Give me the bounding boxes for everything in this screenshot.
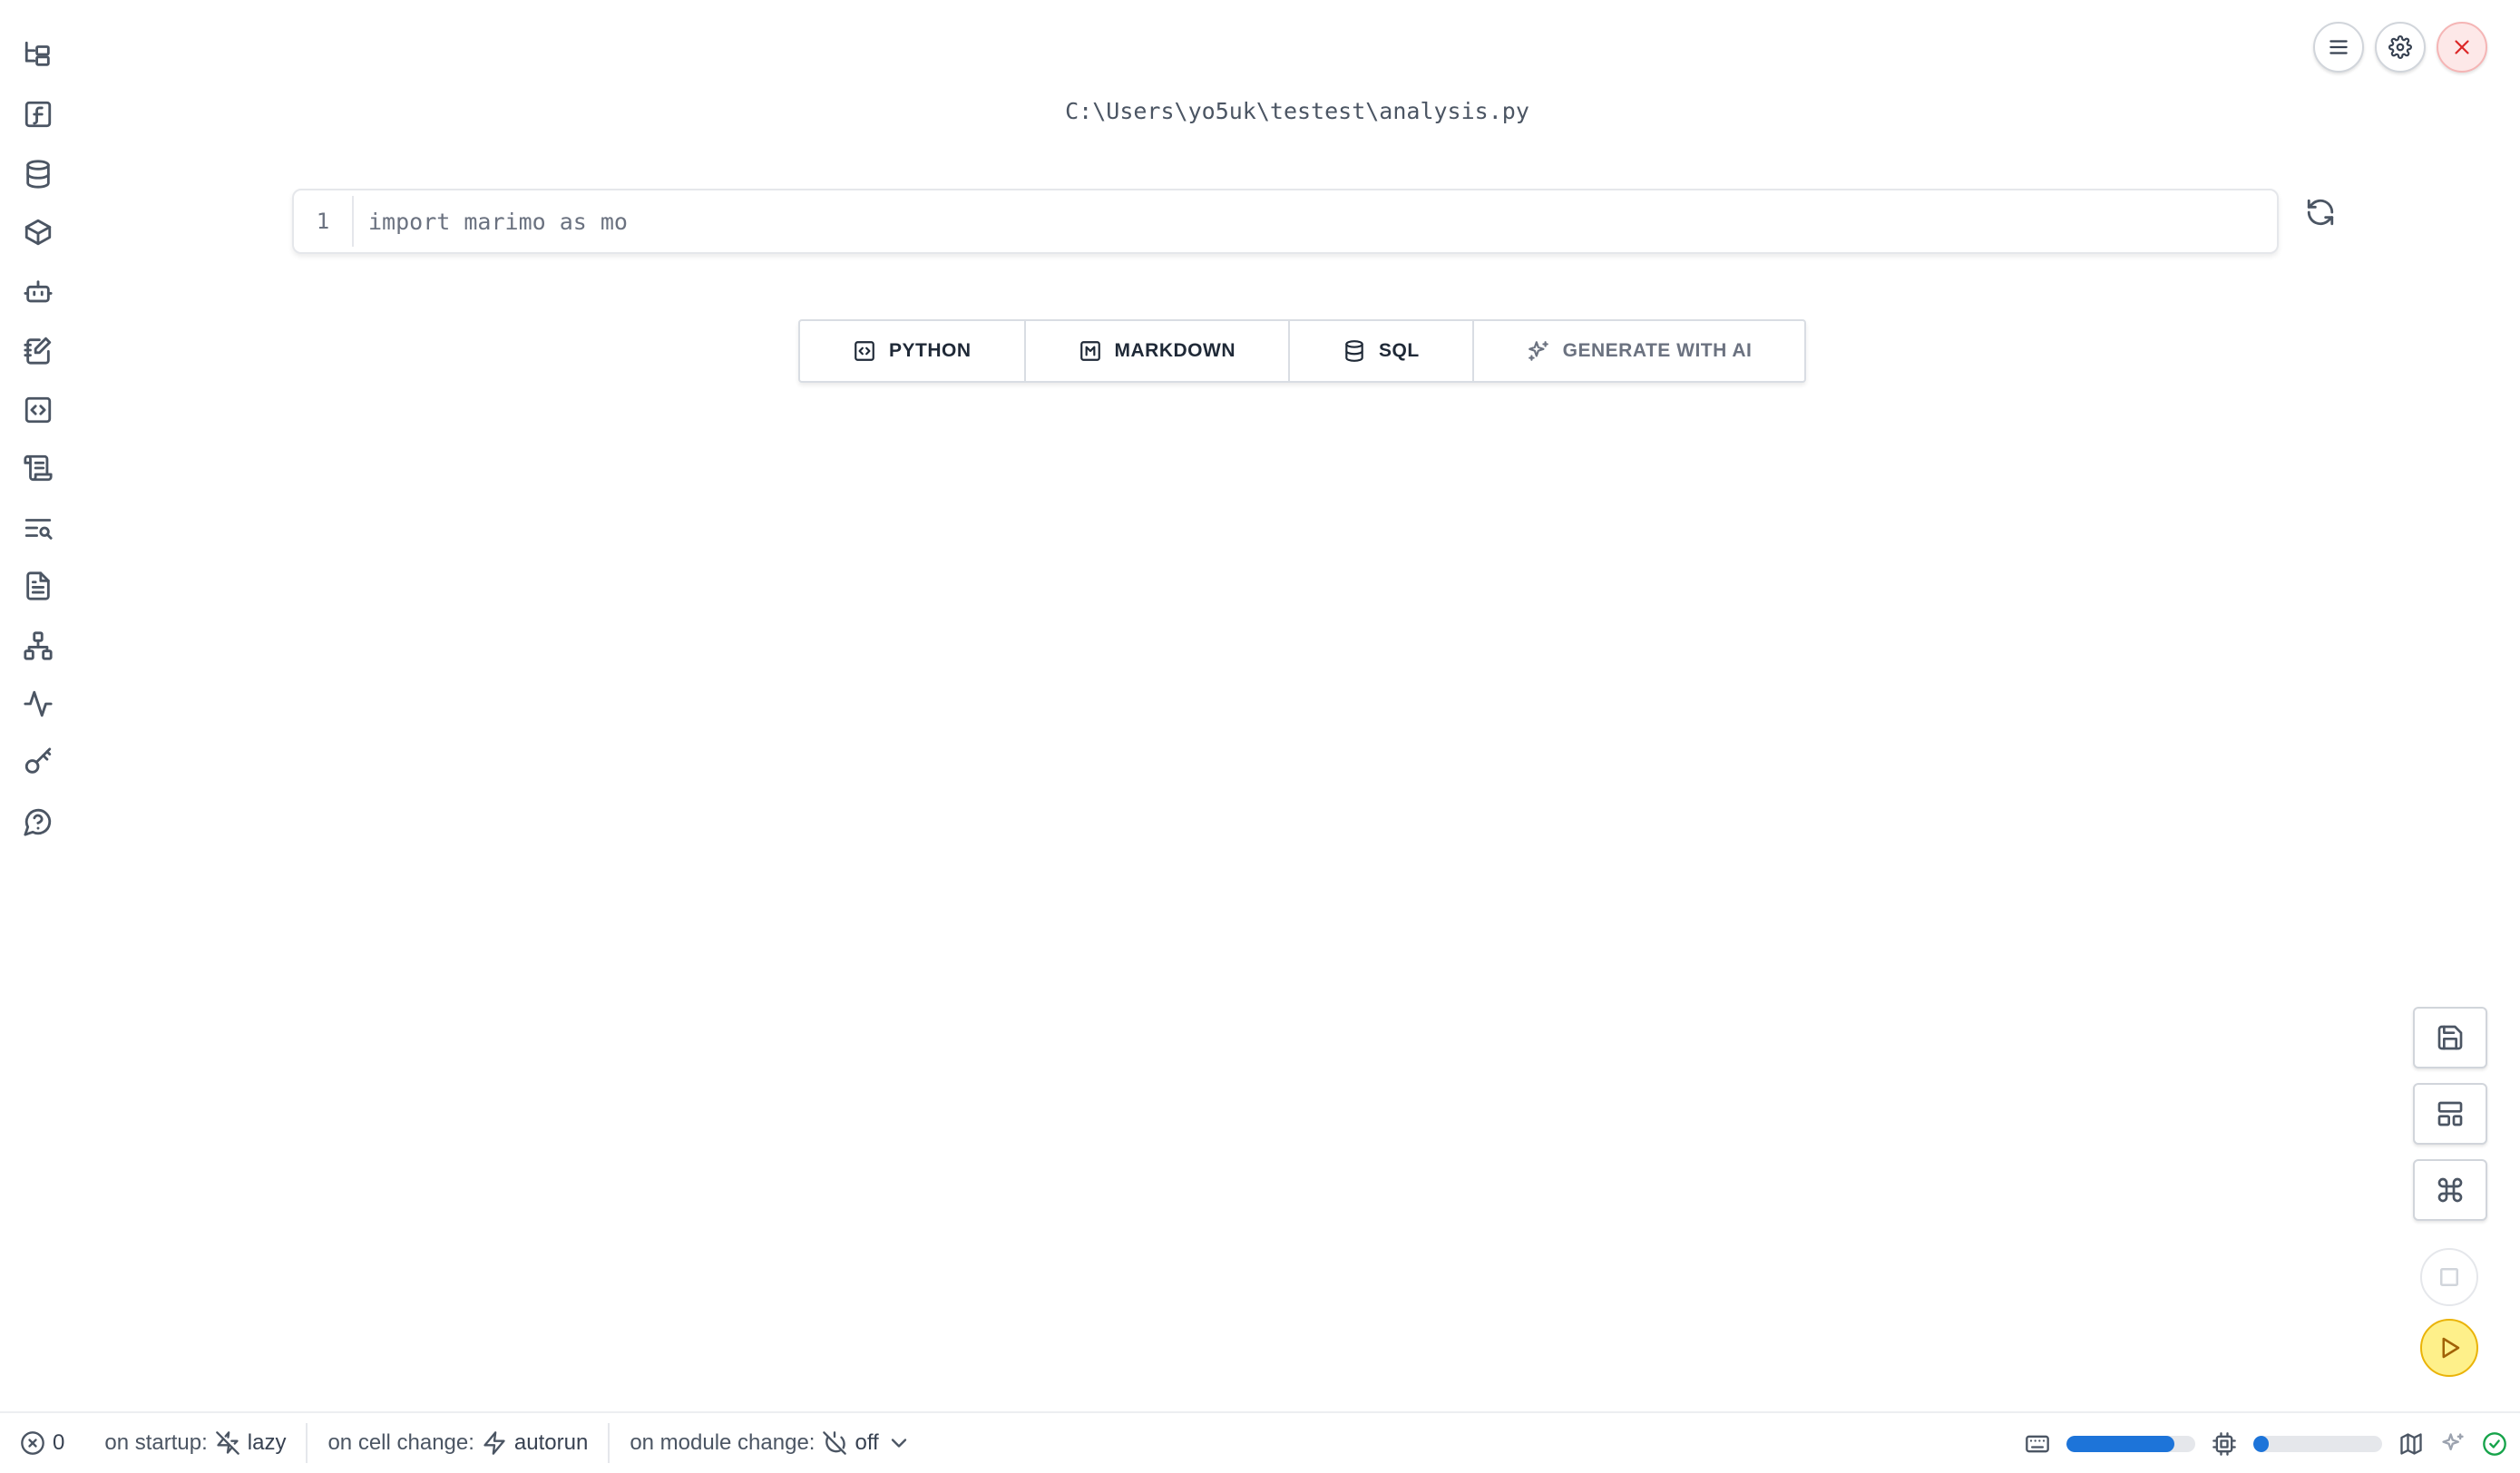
key-icon [24,747,52,774]
add-python-cell-button[interactable]: PYTHON [800,321,1026,381]
sparkles-icon[interactable] [2440,1431,2466,1457]
memory-usage-fill [2066,1436,2175,1452]
activity-icon [24,690,53,717]
generate-with-ai-button[interactable]: GENERATE WITH AI [1474,321,1805,381]
file-explorer-button[interactable] [18,34,58,74]
outline-button[interactable] [18,508,58,548]
sparkles-icon [1528,341,1548,361]
scratchpad-button[interactable] [18,330,58,370]
cell-change-label: on cell change: [327,1430,474,1455]
python-label: PYTHON [889,340,972,361]
marimo-notebook-app: C:\Users\yo5uk\testest\analysis.py 1 imp… [0,0,2520,1473]
notebook-filename[interactable]: C:\Users\yo5uk\testest\analysis.py [0,98,2520,124]
play-icon [2442,1337,2460,1359]
settings-button[interactable] [2375,22,2426,73]
module-change-mode-toggle[interactable]: on module change: off [610,1423,931,1463]
rerun-cell-button[interactable] [2302,194,2339,230]
add-cell-bar: PYTHON MARKDOWN SQL GENERATE WITH AI [798,319,1807,383]
packages-button[interactable] [18,212,58,252]
line-number: 1 [294,196,354,247]
footer-right-group [2025,1413,2520,1473]
save-icon [2437,1025,2463,1050]
startup-value: lazy [247,1430,287,1455]
cpu-usage-fill [2253,1436,2270,1452]
menu-button[interactable] [2313,22,2364,73]
command-palette-button[interactable] [2413,1159,2487,1221]
sql-label: SQL [1379,340,1420,361]
file-tree-icon [24,41,50,66]
gear-icon [2388,35,2412,59]
keyboard-icon[interactable] [2025,1431,2050,1457]
map-icon[interactable] [2398,1431,2424,1457]
logs-button[interactable] [18,448,58,488]
left-sidebar [0,0,76,1406]
run-stale-cells-button[interactable] [2420,1319,2478,1377]
code-square-icon [24,396,52,424]
network-icon [24,631,53,660]
dependencies-button[interactable] [18,626,58,666]
save-button[interactable] [2413,1007,2487,1068]
connected-check-icon[interactable] [2482,1431,2507,1457]
layout-icon [2437,1101,2463,1127]
package-icon [24,219,52,246]
bot-icon [24,280,53,303]
status-footer: 0 on startup: lazy on cell change: autor… [0,1411,2520,1473]
refresh-icon [2307,199,2334,226]
cell-change-value: autorun [513,1430,589,1455]
x-circle-icon [21,1431,44,1455]
power-off-icon [823,1431,847,1455]
code-cell[interactable]: 1 import marimo as mo [292,189,2279,254]
file-text-icon [26,571,50,600]
cpu-usage-meter [2253,1436,2382,1452]
database-icon [26,160,50,189]
startup-mode-toggle[interactable]: on startup: lazy [84,1423,306,1463]
add-markdown-cell-button[interactable]: MARKDOWN [1026,321,1290,381]
zap-icon [483,1431,505,1455]
text-search-icon [24,519,53,540]
startup-label: on startup: [104,1430,208,1455]
generate-ai-label: GENERATE WITH AI [1562,340,1753,361]
add-sql-cell-button[interactable]: SQL [1290,321,1474,381]
zap-off-icon [215,1431,239,1455]
close-icon [2455,40,2469,54]
database-icon [1345,340,1363,362]
ai-assistant-button[interactable] [18,272,58,312]
memory-usage-meter [2066,1436,2195,1452]
scroll-icon [24,454,53,482]
secrets-button[interactable] [18,742,58,782]
tracing-button[interactable] [18,684,58,724]
markdown-label: MARKDOWN [1114,340,1236,361]
module-change-value: off [855,1430,879,1455]
datasources-button[interactable] [18,154,58,194]
help-button[interactable] [18,802,58,842]
hamburger-menu-icon [2330,40,2348,54]
snippets-button[interactable] [18,390,58,430]
cell-code-editor[interactable]: import marimo as mo [354,209,628,235]
error-count-indicator[interactable]: 0 [0,1423,84,1463]
stop-square-icon [2440,1268,2458,1286]
code-square-icon [855,341,874,361]
error-count: 0 [53,1430,65,1455]
chevron-down-icon [891,1439,906,1448]
cell-change-mode-toggle[interactable]: on cell change: autorun [308,1423,608,1463]
notebook-pen-icon [24,337,52,365]
message-question-icon [24,808,52,836]
documentation-button[interactable] [18,566,58,606]
interrupt-button[interactable] [2420,1248,2478,1306]
layout-button[interactable] [2413,1083,2487,1145]
shutdown-button[interactable] [2437,22,2487,73]
command-icon [2437,1177,2463,1203]
markdown-icon [1079,341,1100,361]
module-change-label: on module change: [630,1430,816,1455]
cpu-icon[interactable] [2212,1431,2237,1457]
